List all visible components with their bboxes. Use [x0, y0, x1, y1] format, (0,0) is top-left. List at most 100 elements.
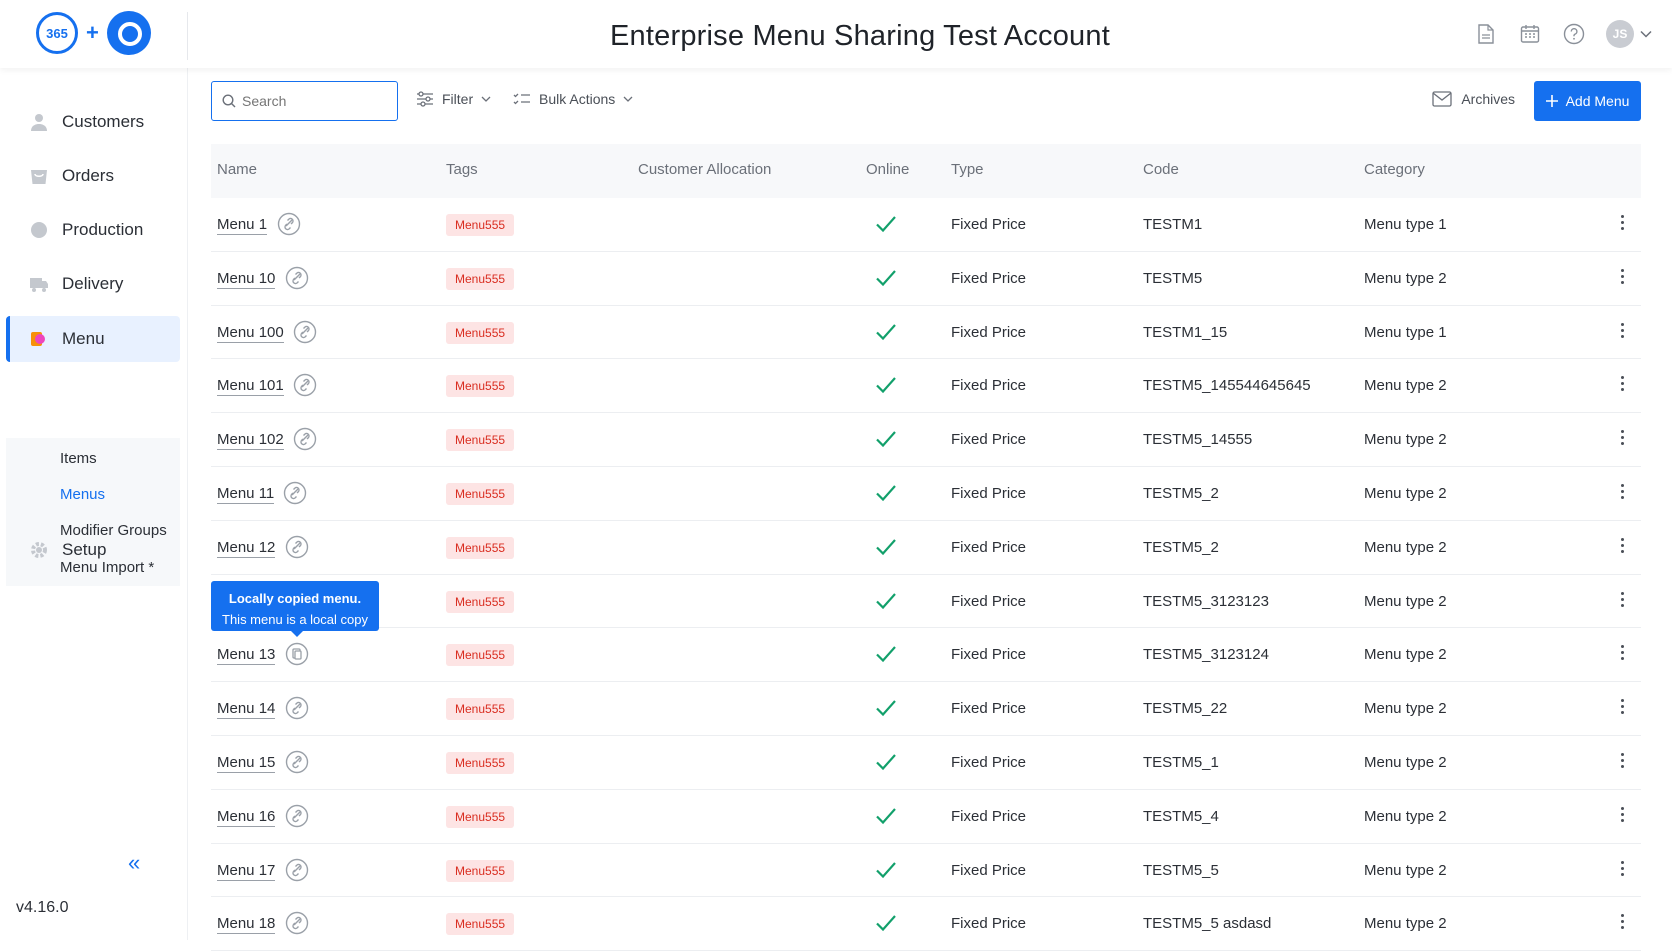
- menu-name-link[interactable]: Menu 13: [217, 646, 276, 666]
- menu-name-link[interactable]: Menu 100: [217, 324, 284, 343]
- column-header-type[interactable]: Type: [951, 161, 984, 178]
- shared-link-icon[interactable]: [285, 266, 309, 290]
- table-row[interactable]: Menu 17 Menu555 Fixed Price TESTM5_5 Menu ty…: [211, 844, 1641, 898]
- table-row[interactable]: Menu 18 Menu555 Fixed Price TESTM5_5 asdasd…: [211, 897, 1641, 951]
- menu-name-link[interactable]: Menu 1: [217, 216, 268, 235]
- filter-button[interactable]: Filter: [416, 91, 491, 107]
- code-cell: TESTM5: [1143, 269, 1203, 287]
- table-row[interactable]: Menu 16 Menu555 Fixed Price TESTM5_4 Menu ty…: [211, 790, 1641, 844]
- online-check-icon: [876, 431, 896, 448]
- tag-badge: Menu555: [446, 859, 515, 882]
- row-actions-kebab-icon[interactable]: [1621, 483, 1625, 502]
- table-row[interactable]: Menu555 Fixed Price TESTM5_3123123 Menu typ…: [211, 575, 1641, 629]
- code-cell: TESTM5_22: [1143, 700, 1228, 718]
- table-row[interactable]: Menu 10 Menu555 Fixed Price TESTM5 Menu type…: [211, 252, 1641, 306]
- row-actions-kebab-icon[interactable]: [1621, 699, 1625, 717]
- document-icon[interactable]: [1474, 22, 1498, 46]
- menu-name-link[interactable]: Menu 101: [217, 377, 284, 397]
- table-row[interactable]: Menu 14 Menu555 Fixed Price TESTM5_22 Menu t…: [211, 682, 1641, 736]
- row-actions-kebab-icon[interactable]: [1621, 645, 1625, 663]
- add-menu-button[interactable]: Add Menu: [1534, 81, 1641, 121]
- row-actions-kebab-icon[interactable]: [1621, 268, 1625, 287]
- code-cell: TESTM5_3123124: [1143, 646, 1269, 664]
- category-cell: Menu type 2: [1364, 915, 1447, 933]
- row-actions-kebab-icon[interactable]: [1621, 591, 1625, 610]
- search-input[interactable]: [242, 93, 392, 109]
- gear-icon: [28, 539, 50, 561]
- sidebar-item-delivery[interactable]: Delivery: [6, 261, 180, 307]
- menu-name-link[interactable]: Menu 10: [217, 270, 276, 289]
- sidebar-item-setup[interactable]: Setup: [6, 527, 180, 573]
- user-menu[interactable]: JS: [1606, 20, 1652, 48]
- shared-link-icon[interactable]: [285, 535, 309, 559]
- row-actions-kebab-icon[interactable]: [1621, 752, 1625, 771]
- tag-badge: Menu555: [446, 698, 515, 721]
- shared-link-icon[interactable]: [285, 911, 309, 935]
- menu-name-link[interactable]: Menu 17: [217, 862, 276, 881]
- category-cell: Menu type 2: [1364, 700, 1447, 718]
- column-header-category[interactable]: Category: [1364, 161, 1425, 178]
- menu-name-link[interactable]: Menu 11: [217, 485, 275, 504]
- column-header-name[interactable]: Name: [217, 161, 257, 178]
- shared-link-icon[interactable]: [285, 858, 309, 882]
- local-copy-icon[interactable]: [285, 642, 309, 666]
- table-row[interactable]: Menu 101 Menu555 Fixed Price TESTM5_1455446…: [211, 359, 1641, 414]
- submenu-item-menus[interactable]: Menus: [60, 486, 105, 503]
- tag-badge: Menu555: [446, 267, 515, 290]
- shared-link-icon[interactable]: [293, 320, 317, 344]
- shared-link-icon[interactable]: [285, 804, 309, 828]
- column-header-code[interactable]: Code: [1143, 161, 1179, 178]
- sidebar-item-production[interactable]: Production: [6, 207, 180, 253]
- archives-button[interactable]: Archives: [1432, 91, 1515, 107]
- table-row[interactable]: Menu 12 Menu555 Fixed Price TESTM5_2 Menu ty…: [211, 521, 1641, 575]
- shared-link-icon[interactable]: [293, 373, 317, 397]
- shared-link-icon[interactable]: [277, 212, 301, 236]
- table-row[interactable]: Menu 15 Menu555 Fixed Price TESTM5_1 Menu ty…: [211, 736, 1641, 790]
- row-actions-kebab-icon[interactable]: [1621, 537, 1625, 556]
- sidebar-item-customers[interactable]: Customers: [6, 99, 180, 145]
- column-header-tags[interactable]: Tags: [446, 161, 478, 178]
- calendar-icon[interactable]: [1518, 22, 1542, 46]
- bulk-actions-button[interactable]: Bulk Actions: [513, 91, 633, 107]
- table-row[interactable]: Menu 100 Menu555 Fixed Price TESTM1_15 Menu …: [211, 306, 1641, 360]
- table-body: Menu 1 Menu555 Fixed Price TESTM1 Menu type …: [211, 198, 1641, 951]
- table-row[interactable]: Menu 11 Menu555 Fixed Price TESTM5_2 Menu ty…: [211, 467, 1641, 521]
- header-actions: JS: [1474, 20, 1652, 48]
- search-box[interactable]: [211, 81, 398, 121]
- row-actions-kebab-icon[interactable]: [1621, 430, 1625, 448]
- online-check-icon: [876, 861, 896, 878]
- menu-name-link[interactable]: Menu 14: [217, 700, 276, 720]
- row-actions-kebab-icon[interactable]: [1621, 914, 1625, 932]
- table-row[interactable]: Menu 1 Menu555 Fixed Price TESTM1 Menu type …: [211, 198, 1641, 252]
- row-actions-kebab-icon[interactable]: [1621, 376, 1625, 394]
- shared-link-icon[interactable]: [293, 427, 317, 451]
- tag-badge: Menu555: [446, 644, 515, 667]
- table-row[interactable]: Menu 102 Menu555 Fixed Price TESTM5_14555 Me…: [211, 413, 1641, 467]
- row-actions-kebab-icon[interactable]: [1621, 860, 1625, 879]
- menu-name-link[interactable]: Menu 16: [217, 808, 276, 827]
- shared-link-icon[interactable]: [285, 696, 309, 720]
- sidebar-item-orders[interactable]: Orders: [6, 153, 180, 199]
- shared-link-icon[interactable]: [285, 750, 309, 774]
- sidebar-item-menu[interactable]: Menu: [6, 316, 180, 362]
- row-actions-kebab-icon[interactable]: [1621, 806, 1625, 825]
- menu-name-link[interactable]: Menu 102: [217, 431, 284, 451]
- row-actions-kebab-icon[interactable]: [1621, 322, 1625, 341]
- column-header-online[interactable]: Online: [866, 161, 909, 178]
- menu-name-link[interactable]: Menu 18: [217, 915, 276, 935]
- help-icon[interactable]: [1562, 22, 1586, 46]
- menu-name-link[interactable]: Menu 15: [217, 754, 276, 773]
- column-header-customer-allocation[interactable]: Customer Allocation: [638, 161, 771, 178]
- online-check-icon: [876, 646, 896, 663]
- row-actions-kebab-icon[interactable]: [1621, 215, 1625, 233]
- shared-link-icon[interactable]: [283, 481, 307, 505]
- online-check-icon: [876, 377, 896, 394]
- type-cell: Fixed Price: [951, 431, 1027, 449]
- menu-name-link[interactable]: Menu 12: [217, 539, 276, 558]
- table-row[interactable]: Menu 13 Menu555 Fixed Price TESTM5_3123124 M…: [211, 628, 1641, 683]
- type-cell: Fixed Price: [951, 915, 1027, 933]
- code-cell: TESTM5_5: [1143, 861, 1219, 879]
- collapse-sidebar-icon[interactable]: «: [128, 850, 140, 876]
- submenu-item-items[interactable]: Items: [60, 450, 97, 467]
- tag-badge: Menu555: [446, 321, 515, 344]
